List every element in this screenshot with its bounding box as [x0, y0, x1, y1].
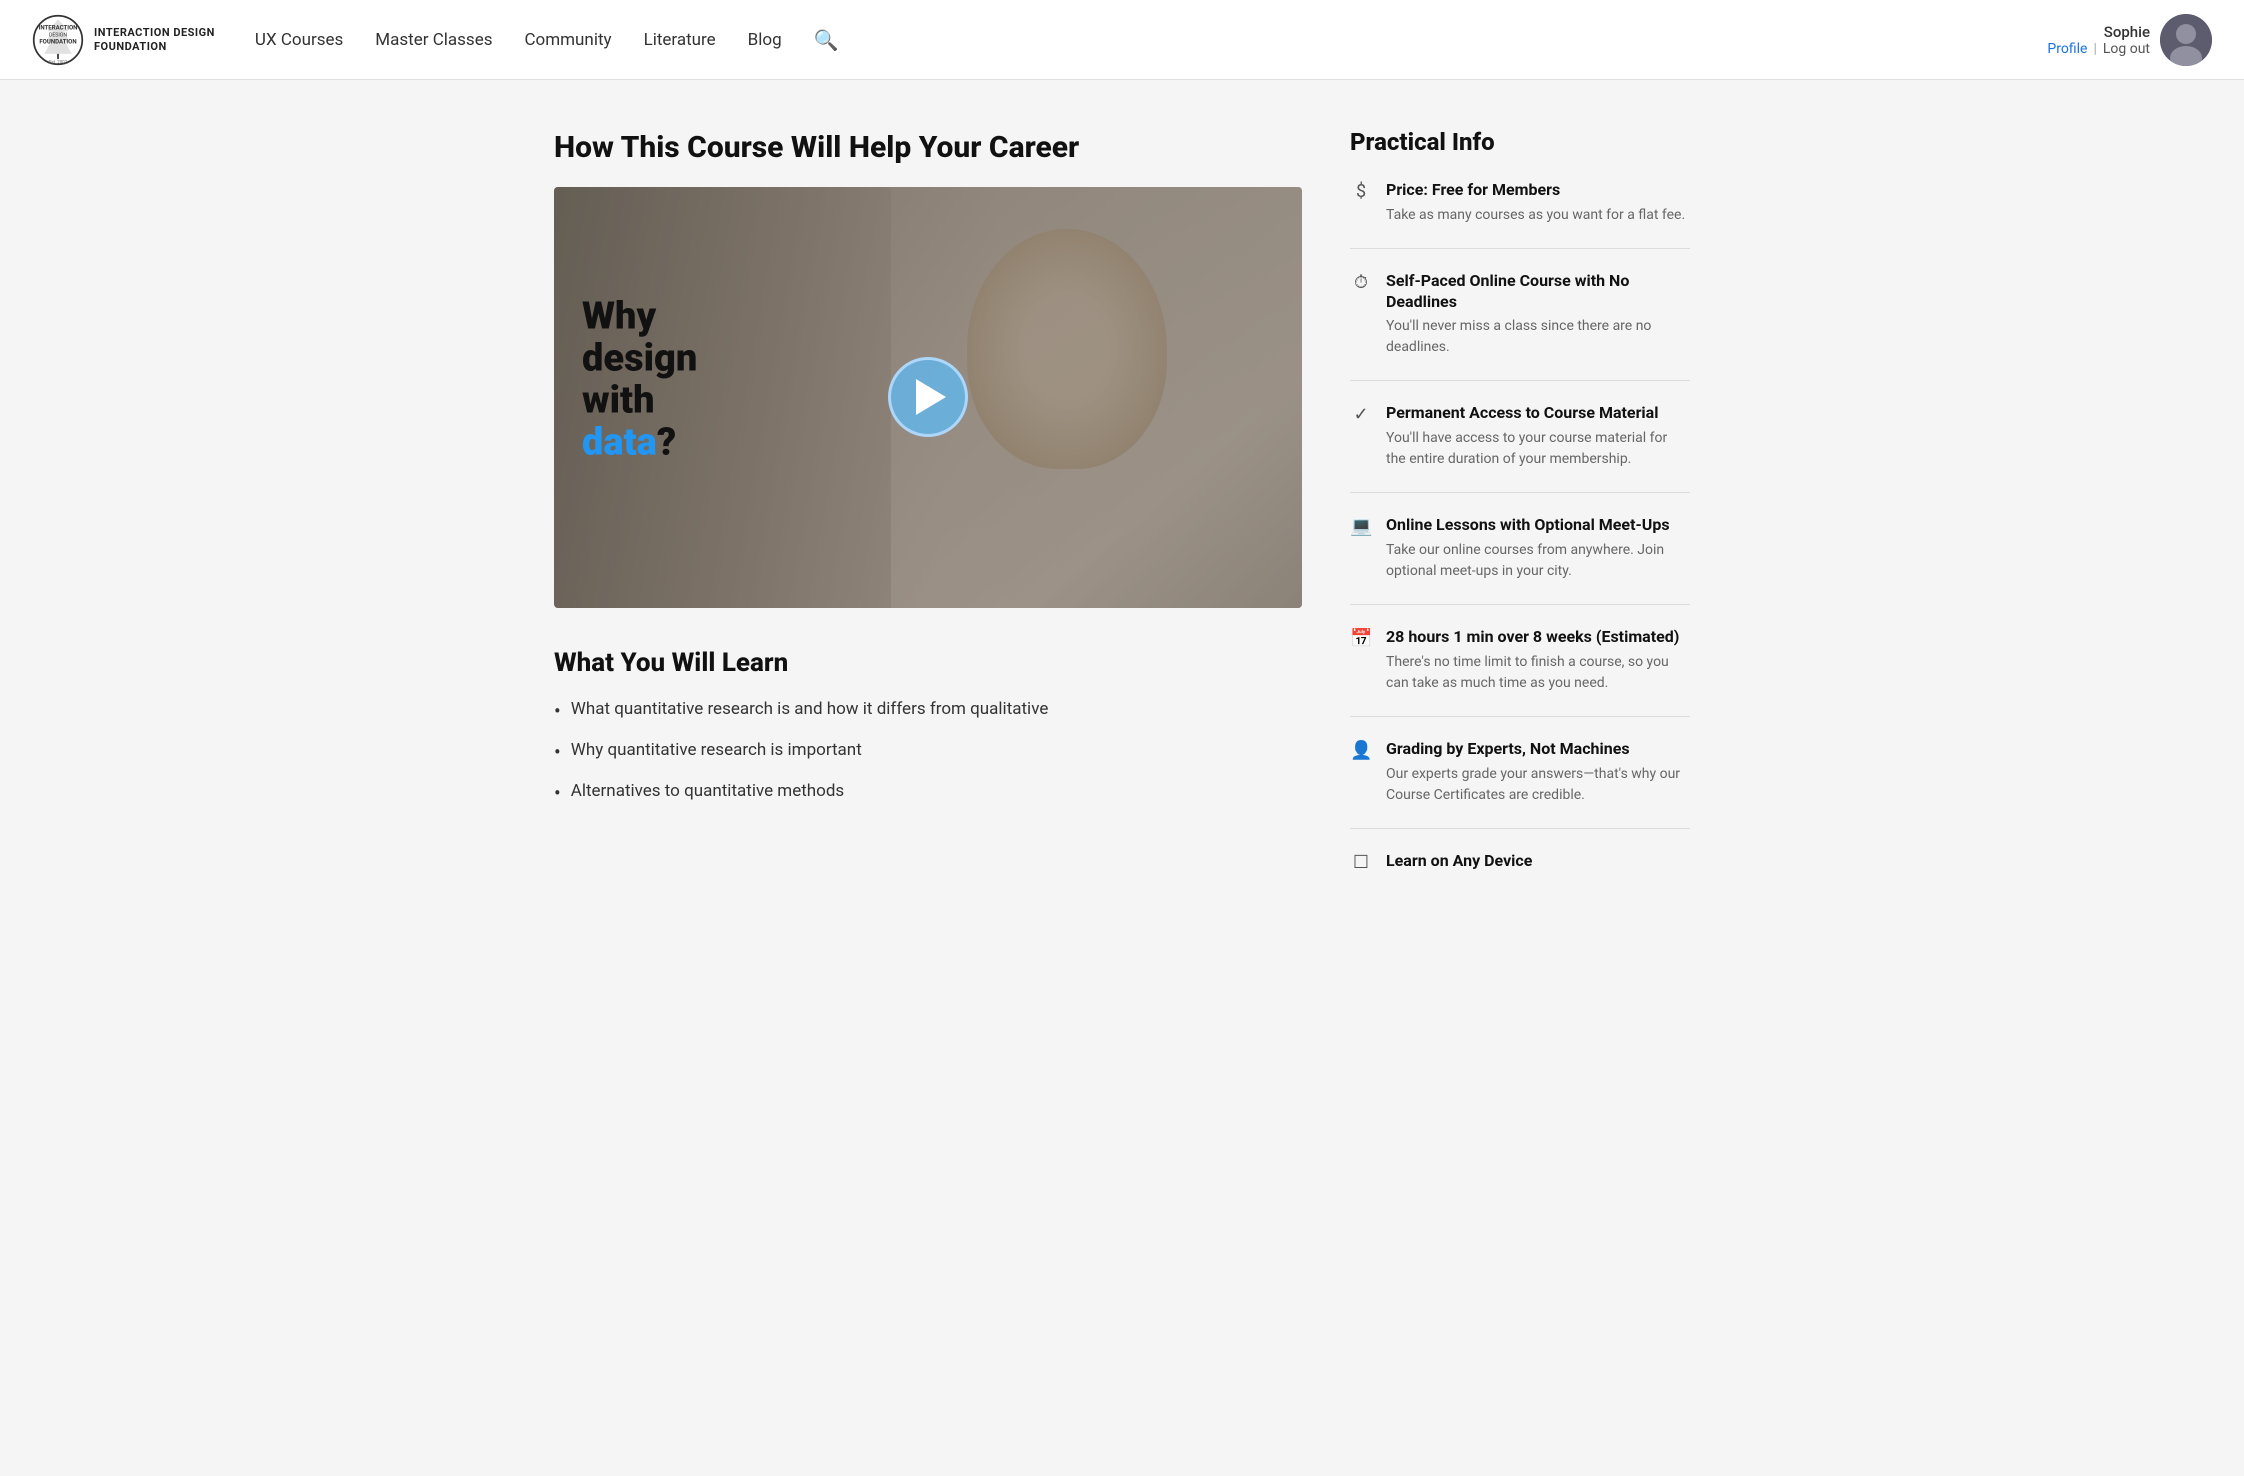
info-item: ☐ Learn on Any Device [1350, 851, 1690, 876]
video-highlight: data [582, 420, 657, 464]
info-label: 28 hours 1 min over 8 weeks (Estimated) [1386, 627, 1690, 648]
page-title: How This Course Will Help Your Career [554, 128, 1302, 167]
list-item: Why quantitative research is important [554, 739, 1302, 766]
info-label: Permanent Access to Course Material [1386, 403, 1690, 424]
video-text: Why design with data? [582, 297, 697, 464]
info-icon: 📅 [1350, 628, 1372, 649]
divider [1350, 828, 1690, 829]
info-content: 28 hours 1 min over 8 weeks (Estimated) T… [1386, 627, 1690, 694]
list-item: Alternatives to quantitative methods [554, 780, 1302, 807]
info-desc: There's no time limit to finish a course… [1386, 652, 1690, 694]
info-item: 👤 Grading by Experts, Not Machines Our exp… [1350, 739, 1690, 806]
nav-ux-courses[interactable]: UX Courses [255, 30, 343, 50]
info-label: Self-Paced Online Course with No Deadlin… [1386, 271, 1690, 313]
logo-area[interactable]: INTERACTION DESIGN FOUNDATION Est. 2002 … [32, 14, 215, 66]
logo-name: INTERACTION DESIGN [94, 26, 215, 39]
info-label: Grading by Experts, Not Machines [1386, 739, 1690, 760]
info-desc: Take as many courses as you want for a f… [1386, 205, 1685, 226]
info-icon: ✓ [1350, 404, 1372, 425]
avatar[interactable] [2160, 14, 2212, 66]
divider [1350, 492, 1690, 493]
info-icon: ☐ [1350, 852, 1372, 873]
divider [1350, 248, 1690, 249]
logo-icon: INTERACTION DESIGN FOUNDATION Est. 2002 [32, 14, 84, 66]
info-icon: 💻 [1350, 516, 1372, 537]
avatar-icon [2160, 14, 2212, 66]
practical-title: Practical Info [1350, 128, 1690, 156]
info-item: ⏱ Self-Paced Online Course with No Deadli… [1350, 271, 1690, 359]
learn-section-title: What You Will Learn [554, 648, 1302, 678]
main-nav: UX Courses Master Classes Community Lite… [255, 28, 2048, 52]
info-item: 💻 Online Lessons with Optional Meet-Ups Ta… [1350, 515, 1690, 582]
info-label: Online Lessons with Optional Meet-Ups [1386, 515, 1690, 536]
info-icon: ⏱ [1350, 272, 1372, 293]
user-name: Sophie [2104, 23, 2150, 41]
info-icon: 👤 [1350, 740, 1372, 761]
user-area: Sophie Profile | Log out [2047, 14, 2212, 66]
info-content: Online Lessons with Optional Meet-Ups Tak… [1386, 515, 1690, 582]
list-item: What quantitative research is and how it… [554, 698, 1302, 725]
divider [1350, 380, 1690, 381]
info-desc: You'll never miss a class since there ar… [1386, 316, 1690, 358]
divider [1350, 716, 1690, 717]
info-desc: You'll have access to your course materi… [1386, 428, 1690, 470]
separator: | [2093, 41, 2096, 57]
info-label: Learn on Any Device [1386, 851, 1532, 872]
info-desc: Our experts grade your answers—that's wh… [1386, 764, 1690, 806]
video-container[interactable]: Why design with data? [554, 187, 1302, 608]
main-content: How This Course Will Help Your Career Wh… [522, 80, 1722, 945]
divider [1350, 604, 1690, 605]
practical-items: $ Price: Free for Members Take as many cou… [1350, 180, 1690, 875]
info-item: ✓ Permanent Access to Course Material You'… [1350, 403, 1690, 470]
info-content: Permanent Access to Course Material You'l… [1386, 403, 1690, 470]
info-item: $ Price: Free for Members Take as many cou… [1350, 180, 1690, 226]
nav-blog[interactable]: Blog [748, 30, 782, 50]
search-icon[interactable]: 🔍 [814, 28, 839, 52]
logo-sub: FOUNDATION [94, 40, 215, 53]
left-column: How This Course Will Help Your Career Wh… [554, 128, 1302, 897]
nav-master-classes[interactable]: Master Classes [375, 30, 492, 50]
info-content: Self-Paced Online Course with No Deadlin… [1386, 271, 1690, 359]
info-content: Grading by Experts, Not Machines Our expe… [1386, 739, 1690, 806]
info-desc: Take our online courses from anywhere. J… [1386, 540, 1690, 582]
play-triangle-icon [916, 379, 946, 415]
info-icon: $ [1350, 181, 1372, 202]
nav-community[interactable]: Community [524, 30, 611, 50]
right-column: Practical Info $ Price: Free for Members T… [1350, 128, 1690, 897]
info-item: 📅 28 hours 1 min over 8 weeks (Estimated)… [1350, 627, 1690, 694]
info-content: Price: Free for Members Take as many cour… [1386, 180, 1685, 226]
info-label: Price: Free for Members [1386, 180, 1685, 201]
video-overlay: Why design with data? [554, 187, 1302, 608]
nav-literature[interactable]: Literature [644, 30, 716, 50]
learn-list: What quantitative research is and how it… [554, 698, 1302, 807]
svg-text:Est. 2002: Est. 2002 [49, 60, 68, 65]
logout-link[interactable]: Log out [2103, 41, 2150, 57]
info-content: Learn on Any Device [1386, 851, 1532, 876]
site-header: INTERACTION DESIGN FOUNDATION Est. 2002 … [0, 0, 2244, 80]
profile-link[interactable]: Profile [2047, 41, 2087, 57]
play-button[interactable] [888, 357, 968, 437]
